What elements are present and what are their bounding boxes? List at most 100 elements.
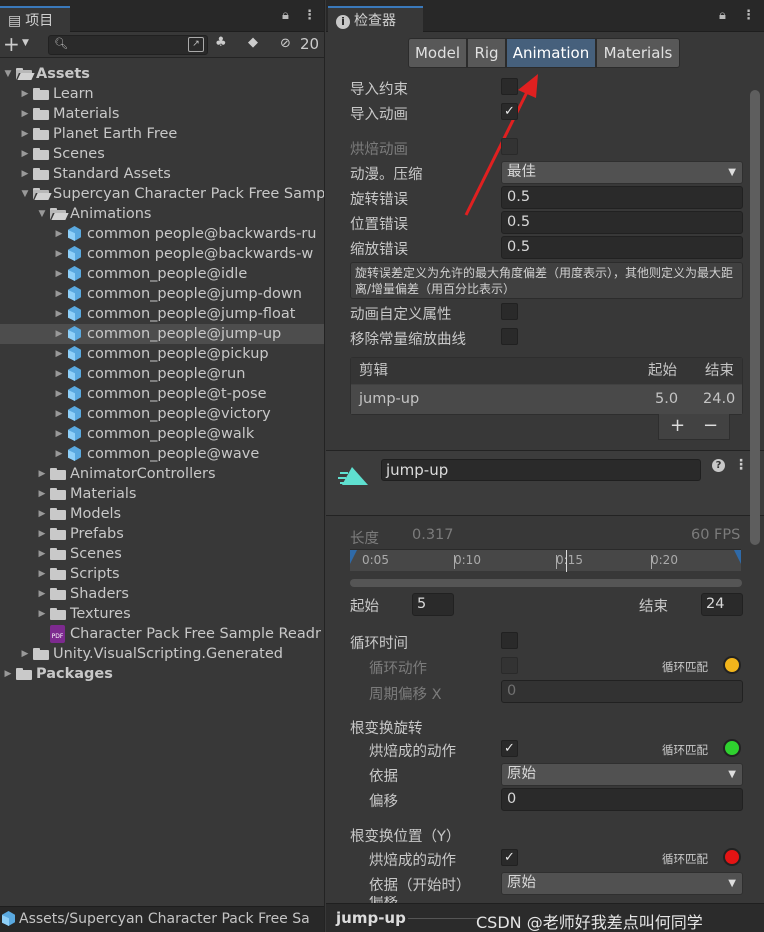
- clip-name-field[interactable]: jump-up: [381, 459, 701, 481]
- tree-item-folder[interactable]: ▶ Materials: [0, 104, 324, 124]
- playhead[interactable]: [566, 550, 567, 572]
- tree-item-folder[interactable]: ▼ Supercyan Character Pack Free Samp: [0, 184, 324, 204]
- tree-item-model[interactable]: ▶ common_people@pickup: [0, 344, 324, 364]
- remove-const-scale-checkbox[interactable]: [501, 328, 518, 345]
- loop-time-checkbox[interactable]: [501, 632, 518, 649]
- inspector-tab[interactable]: i 检查器: [328, 6, 423, 32]
- tree-item-model[interactable]: ▶ common_people@wave: [0, 444, 324, 464]
- project-tab[interactable]: ▤ 项目: [0, 6, 70, 32]
- clip-row[interactable]: jump-up 5.0 24.0: [351, 385, 742, 414]
- expand-arrow-closed-icon[interactable]: ▶: [2, 664, 14, 684]
- import-constraints-checkbox[interactable]: [501, 78, 518, 95]
- expand-arrow-closed-icon[interactable]: ▶: [19, 84, 31, 104]
- expand-arrow-closed-icon[interactable]: ▶: [53, 424, 65, 444]
- tree-item-folder[interactable]: ▶ Scenes: [0, 544, 324, 564]
- tab-animation[interactable]: Animation: [506, 38, 596, 68]
- position-based-upon-dropdown[interactable]: 原始: [501, 872, 743, 895]
- rotation-error-field[interactable]: 0.5: [501, 186, 743, 209]
- expand-arrow-closed-icon[interactable]: ▶: [53, 264, 65, 284]
- expand-arrow-closed-icon[interactable]: ▶: [36, 504, 48, 524]
- tree-item-model[interactable]: ▶ common_people@t-pose: [0, 384, 324, 404]
- inspector-scrollbar[interactable]: [750, 90, 760, 545]
- expand-arrow-closed-icon[interactable]: ▶: [53, 344, 65, 364]
- tree-item-model[interactable]: ▶ common people@backwards-ru: [0, 224, 324, 244]
- expand-arrow-closed-icon[interactable]: ▶: [53, 364, 65, 384]
- filter-label-icon[interactable]: ◆: [248, 35, 258, 50]
- tree-item-folder[interactable]: ▶ Prefabs: [0, 524, 324, 544]
- anim-custom-props-checkbox[interactable]: [501, 303, 518, 320]
- tree-item-folder[interactable]: ▶ Scripts: [0, 564, 324, 584]
- create-plus-icon[interactable]: +: [3, 32, 20, 56]
- tree-item-folder[interactable]: ▶ Planet Earth Free: [0, 124, 324, 144]
- tree-item-folder[interactable]: ▶ Unity.VisualScripting.Generated: [0, 644, 324, 664]
- clip-timeline[interactable]: 0:05 0:10 0:15 0:20: [350, 549, 741, 572]
- scale-error-field[interactable]: 0.5: [501, 236, 743, 259]
- start-field[interactable]: 5: [412, 593, 454, 616]
- expand-arrow-closed-icon[interactable]: ▶: [36, 464, 48, 484]
- tree-item-model[interactable]: ▶ common_people@walk: [0, 424, 324, 444]
- tree-item-model[interactable]: ▶ common_people@run: [0, 364, 324, 384]
- kebab-menu-icon[interactable]: ⋮: [734, 457, 748, 473]
- add-clip-button[interactable]: +: [670, 414, 685, 438]
- anim-compression-dropdown[interactable]: 最佳: [501, 161, 743, 184]
- rotation-bake-checkbox[interactable]: ✓: [501, 740, 518, 757]
- remove-clip-button[interactable]: −: [703, 414, 718, 438]
- tree-item-model[interactable]: ▶ common_people@jump-float: [0, 304, 324, 324]
- expand-arrow-closed-icon[interactable]: ▶: [53, 404, 65, 424]
- expand-arrow-closed-icon[interactable]: ▶: [53, 244, 65, 264]
- tree-item-folder[interactable]: ▶ Materials: [0, 484, 324, 504]
- tree-item-model[interactable]: ▶ common people@backwards-w: [0, 244, 324, 264]
- search-mode-icon[interactable]: ↗: [188, 37, 204, 52]
- tree-item-folder[interactable]: ▼ Animations: [0, 204, 324, 224]
- expand-arrow-closed-icon[interactable]: ▶: [53, 384, 65, 404]
- expand-arrow-closed-icon[interactable]: ▶: [36, 604, 48, 624]
- tree-item-model[interactable]: ▶ common_people@idle: [0, 264, 324, 284]
- position-error-field[interactable]: 0.5: [501, 211, 743, 234]
- lock-icon[interactable]: 🔒︎: [719, 8, 726, 23]
- expand-arrow-closed-icon[interactable]: ▶: [19, 144, 31, 164]
- tree-item-folder[interactable]: ▼ Assets: [0, 64, 324, 84]
- expand-arrow-closed-icon[interactable]: ▶: [53, 284, 65, 304]
- tree-item-model[interactable]: ▶ common_people@jump-down: [0, 284, 324, 304]
- expand-arrow-closed-icon[interactable]: ▶: [36, 544, 48, 564]
- end-marker-icon[interactable]: [734, 550, 741, 564]
- tab-materials[interactable]: Materials: [596, 38, 680, 68]
- rotation-offset-field[interactable]: 0: [501, 788, 743, 811]
- expand-arrow-open-icon[interactable]: ▼: [19, 184, 31, 204]
- tree-item-folder[interactable]: ▶ Shaders: [0, 584, 324, 604]
- expand-arrow-closed-icon[interactable]: ▶: [36, 584, 48, 604]
- tree-item-folder[interactable]: ▶ Packages: [0, 664, 324, 684]
- timeline-scrollbar[interactable]: [350, 579, 742, 587]
- tree-item-model[interactable]: ▶ common_people@victory: [0, 404, 324, 424]
- rotation-based-upon-dropdown[interactable]: 原始: [501, 763, 743, 786]
- tab-rig[interactable]: Rig: [467, 38, 506, 68]
- expand-arrow-open-icon[interactable]: ▼: [36, 204, 48, 224]
- help-icon[interactable]: ?: [712, 459, 725, 472]
- expand-arrow-closed-icon[interactable]: ▶: [53, 444, 65, 464]
- expand-arrow-closed-icon[interactable]: ▶: [19, 644, 31, 664]
- tree-item-folder[interactable]: ▶ Scenes: [0, 144, 324, 164]
- expand-arrow-open-icon[interactable]: ▼: [2, 64, 14, 84]
- expand-arrow-closed-icon[interactable]: ▶: [53, 324, 65, 344]
- position-bake-checkbox[interactable]: ✓: [501, 849, 518, 866]
- tree-item-folder[interactable]: ▶ AnimatorControllers: [0, 464, 324, 484]
- kebab-menu-icon[interactable]: ⋮: [742, 8, 755, 23]
- expand-arrow-closed-icon[interactable]: ▶: [53, 304, 65, 324]
- search-input[interactable]: 🔍︎ ↗: [48, 35, 208, 55]
- import-animation-checkbox[interactable]: ✓: [501, 103, 518, 120]
- expand-arrow-closed-icon[interactable]: ▶: [19, 124, 31, 144]
- expand-arrow-closed-icon[interactable]: ▶: [36, 484, 48, 504]
- filter-type-icon[interactable]: ♣: [215, 35, 227, 50]
- hidden-eye-icon[interactable]: ⊘: [280, 36, 291, 51]
- tree-item-folder[interactable]: ▶ Textures: [0, 604, 324, 624]
- tree-item-model[interactable]: ▶ common_people@jump-up: [0, 324, 324, 344]
- expand-arrow-closed-icon[interactable]: ▶: [36, 524, 48, 544]
- expand-arrow-closed-icon[interactable]: ▶: [36, 564, 48, 584]
- expand-arrow-closed-icon[interactable]: ▶: [19, 104, 31, 124]
- lock-icon[interactable]: 🔒︎: [282, 8, 289, 23]
- tree-item-folder[interactable]: ▶ Models: [0, 504, 324, 524]
- tree-item-pdf[interactable]: PDF Character Pack Free Sample Readr: [0, 624, 324, 644]
- tree-item-folder[interactable]: ▶ Standard Assets: [0, 164, 324, 184]
- expand-arrow-closed-icon[interactable]: ▶: [53, 224, 65, 244]
- end-field[interactable]: 24: [701, 593, 743, 616]
